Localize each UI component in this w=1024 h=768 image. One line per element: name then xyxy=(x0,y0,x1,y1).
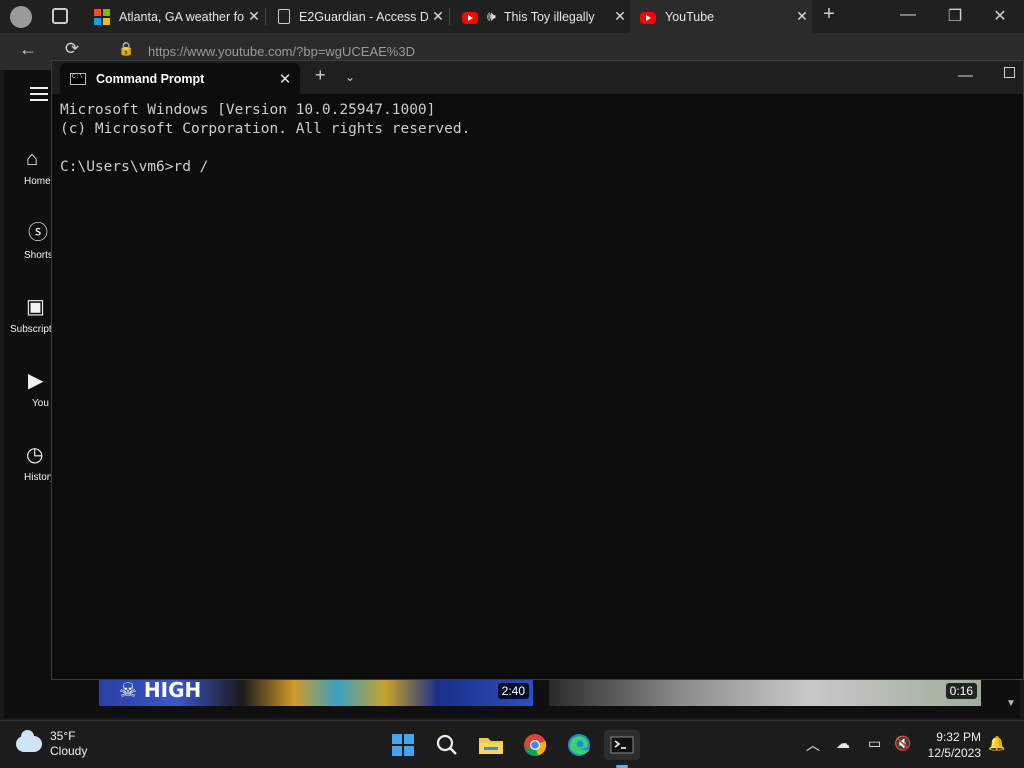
terminal-line: Microsoft Windows [Version 10.0.25947.10… xyxy=(60,102,436,118)
sidebar-item-label: History xyxy=(24,472,56,483)
display-icon[interactable]: ▭ xyxy=(868,735,881,752)
tab-title: This Toy illegally xyxy=(503,9,595,24)
weather-temp: 35°F xyxy=(50,729,76,743)
sidebar-item-you[interactable]: ▶ You xyxy=(4,370,56,409)
tab-actions-icon[interactable] xyxy=(52,8,68,24)
tab-title: Atlanta, GA weather fo xyxy=(119,9,244,24)
weather-text: 35°F Cloudy xyxy=(50,729,87,759)
sidebar-item-label: Shorts xyxy=(24,250,53,261)
weather-condition: Cloudy xyxy=(50,744,88,758)
hamburger-menu-icon[interactable] xyxy=(30,87,48,101)
new-tab-button[interactable]: + xyxy=(315,65,326,86)
clock-time: 9:32 PM xyxy=(936,730,981,744)
refresh-icon[interactable]: ⟳ xyxy=(60,39,84,59)
profile-avatar[interactable] xyxy=(10,6,32,28)
video-thumbnail[interactable]: ☠ HIGH 2:40 xyxy=(99,678,533,706)
browser-tab-e2guardian[interactable]: E2Guardian - Access D ✕ xyxy=(268,0,448,33)
edge-icon[interactable] xyxy=(564,730,594,760)
windows-start-icon[interactable] xyxy=(388,730,418,760)
close-tab-icon[interactable]: ✕ xyxy=(792,8,812,25)
volume-muted-icon[interactable]: 🔇 xyxy=(894,735,911,752)
sidebar-item-history[interactable]: ◷ History xyxy=(4,444,56,483)
tab-title: YouTube xyxy=(665,9,715,24)
terminal-title-bar[interactable]: Command Prompt ✕ + ⌄ — xyxy=(52,61,1023,94)
history-icon: ◷ xyxy=(26,444,44,466)
back-icon[interactable]: ← xyxy=(16,39,40,60)
browser-tab-bar: Atlanta, GA weather fo ✕ E2Guardian - Ac… xyxy=(0,0,1024,33)
shorts-icon: ⓢ xyxy=(28,222,48,244)
notification-bell-icon[interactable]: 🔔 xyxy=(988,735,1005,752)
maximize-icon[interactable] xyxy=(1004,67,1015,78)
browser-tab-toy-video[interactable]: 🕪 This Toy illegally ✕ xyxy=(452,0,630,33)
microsoft-icon xyxy=(94,8,110,25)
command-prompt-icon xyxy=(70,72,86,85)
clock-date: 12/5/2023 xyxy=(927,746,981,760)
home-icon: ⌂ xyxy=(26,148,39,170)
terminal-output[interactable]: Microsoft Windows [Version 10.0.25947.10… xyxy=(60,101,470,177)
terminal-icon[interactable] xyxy=(604,730,640,768)
minimize-icon[interactable]: — xyxy=(898,6,918,24)
terminal-line: (c) Microsoft Corporation. All rights re… xyxy=(60,121,471,137)
tab-title: E2Guardian - Access D xyxy=(299,9,428,24)
youtube-sidebar: ⌂ Home ⓢ Shorts ▣ Subscriptions ▶ You ◷ … xyxy=(4,70,56,718)
tab-divider xyxy=(449,8,450,25)
youtube-icon xyxy=(640,11,656,24)
video-thumbnail[interactable]: 0:16 xyxy=(549,678,981,706)
video-duration: 0:16 xyxy=(945,683,977,699)
lock-icon[interactable]: 🔒 xyxy=(118,41,134,57)
scroll-down-arrow-icon[interactable]: ▼ xyxy=(1006,698,1016,709)
youtube-icon xyxy=(462,11,478,24)
thumbnail-logo: ☠ HIGH xyxy=(119,678,202,702)
desktop: Atlanta, GA weather fo ✕ E2Guardian - Ac… xyxy=(0,0,1024,768)
terminal-prompt-line[interactable]: C:\Users\vm6>rd / xyxy=(60,158,470,177)
close-tab-icon[interactable]: ✕ xyxy=(270,70,300,88)
sidebar-item-label: Subscriptions xyxy=(10,324,56,335)
weather-widget[interactable]: 35°F Cloudy xyxy=(16,729,87,759)
cloud-icon xyxy=(16,730,42,752)
library-icon: ▶ xyxy=(28,370,44,392)
terminal-tab-title: Command Prompt xyxy=(96,71,205,86)
sidebar-item-shorts[interactable]: ⓢ Shorts xyxy=(4,222,56,261)
onedrive-offline-icon[interactable]: ☁ xyxy=(836,735,850,752)
sidebar-item-label: You xyxy=(32,398,49,409)
address-bar[interactable]: https://www.youtube.com/?bp=wgUCEAE%3D xyxy=(148,44,415,59)
close-tab-icon[interactable]: ✕ xyxy=(428,8,448,25)
subscriptions-icon: ▣ xyxy=(26,296,45,318)
close-window-icon[interactable]: ✕ xyxy=(990,6,1010,26)
new-tab-button[interactable]: + xyxy=(818,3,840,26)
sidebar-item-home[interactable]: ⌂ Home xyxy=(4,148,56,187)
taskbar: 35°F Cloudy ︿ ☁ ▭ 🔇 9:32 PM 12/5/2023 🔔 xyxy=(0,720,1024,768)
video-duration: 2:40 xyxy=(497,683,529,699)
speaker-icon[interactable]: 🕪 xyxy=(487,8,496,25)
terminal-tab[interactable]: Command Prompt ✕ xyxy=(60,63,300,94)
chevron-up-icon[interactable]: ︿ xyxy=(806,735,820,755)
close-tab-icon[interactable]: ✕ xyxy=(610,8,630,25)
search-icon[interactable] xyxy=(432,730,462,760)
restore-icon[interactable]: ❐ xyxy=(945,6,965,26)
close-tab-icon[interactable]: ✕ xyxy=(244,8,264,25)
browser-tab-youtube[interactable]: YouTube ✕ xyxy=(630,0,812,33)
sidebar-item-label: Home xyxy=(24,176,51,187)
file-explorer-icon[interactable] xyxy=(476,730,506,760)
browser-tab-weather[interactable]: Atlanta, GA weather fo ✕ xyxy=(84,0,264,33)
chrome-icon[interactable] xyxy=(520,730,550,760)
minimize-icon[interactable]: — xyxy=(958,67,973,84)
command-prompt-window[interactable]: Command Prompt ✕ + ⌄ — Microsoft Windows… xyxy=(51,60,1024,680)
chevron-down-icon[interactable]: ⌄ xyxy=(345,70,355,84)
sidebar-item-subscriptions[interactable]: ▣ Subscriptions xyxy=(4,296,56,335)
clock[interactable]: 9:32 PM 12/5/2023 xyxy=(916,729,981,761)
document-icon xyxy=(278,9,290,24)
tab-divider xyxy=(265,8,266,25)
